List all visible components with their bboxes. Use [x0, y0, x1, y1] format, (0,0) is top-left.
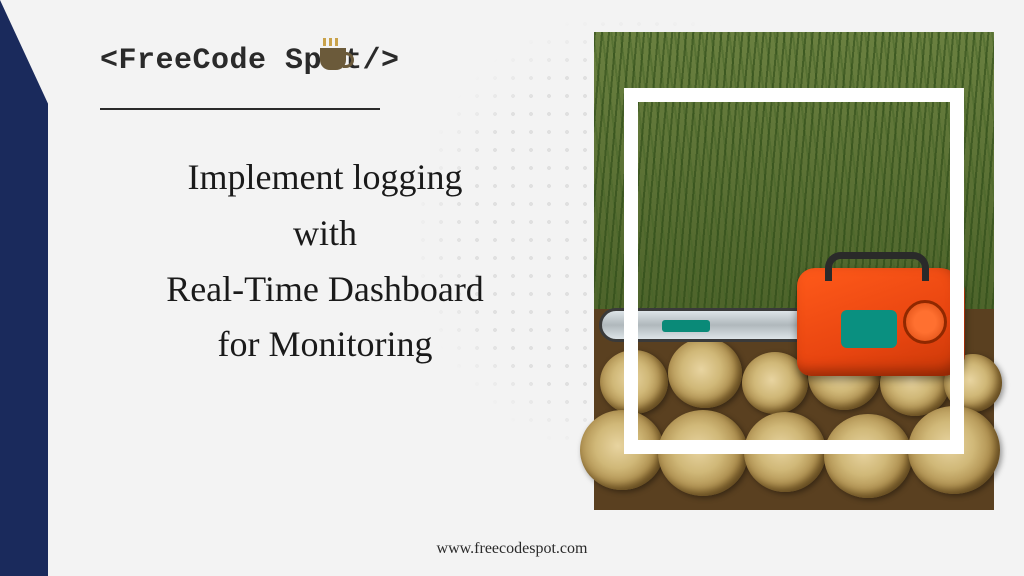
- log-icon: [908, 406, 1000, 494]
- coffee-mug-icon: [320, 48, 346, 70]
- log-icon: [658, 410, 748, 496]
- chainsaw-icon: [599, 260, 989, 380]
- chainsaw-bar: [599, 308, 814, 342]
- chainsaw-pull-start: [903, 300, 947, 344]
- headline-line-4: for Monitoring: [65, 317, 585, 373]
- featured-image: [594, 32, 994, 510]
- logo-text-prefix: <FreeCode Sp: [100, 44, 322, 78]
- footer-url: www.freecodespot.com: [0, 540, 1024, 558]
- log-icon: [580, 410, 664, 490]
- navy-side-stripe: [0, 0, 48, 576]
- headline-line-1: Implement logging: [65, 150, 585, 206]
- chainsaw-motor: [797, 268, 965, 376]
- log-icon: [824, 414, 912, 498]
- headline-line-3: Real-Time Dashboard: [65, 262, 585, 318]
- headline-line-2: with: [65, 206, 585, 262]
- log-icon: [744, 412, 826, 492]
- site-logo: <FreeCode Spt/>: [100, 44, 400, 78]
- article-headline: Implement logging with Real-Time Dashboa…: [65, 150, 585, 373]
- banner-canvas: <FreeCode Spt/> Implement logging with R…: [0, 0, 1024, 576]
- header-divider: [100, 108, 380, 110]
